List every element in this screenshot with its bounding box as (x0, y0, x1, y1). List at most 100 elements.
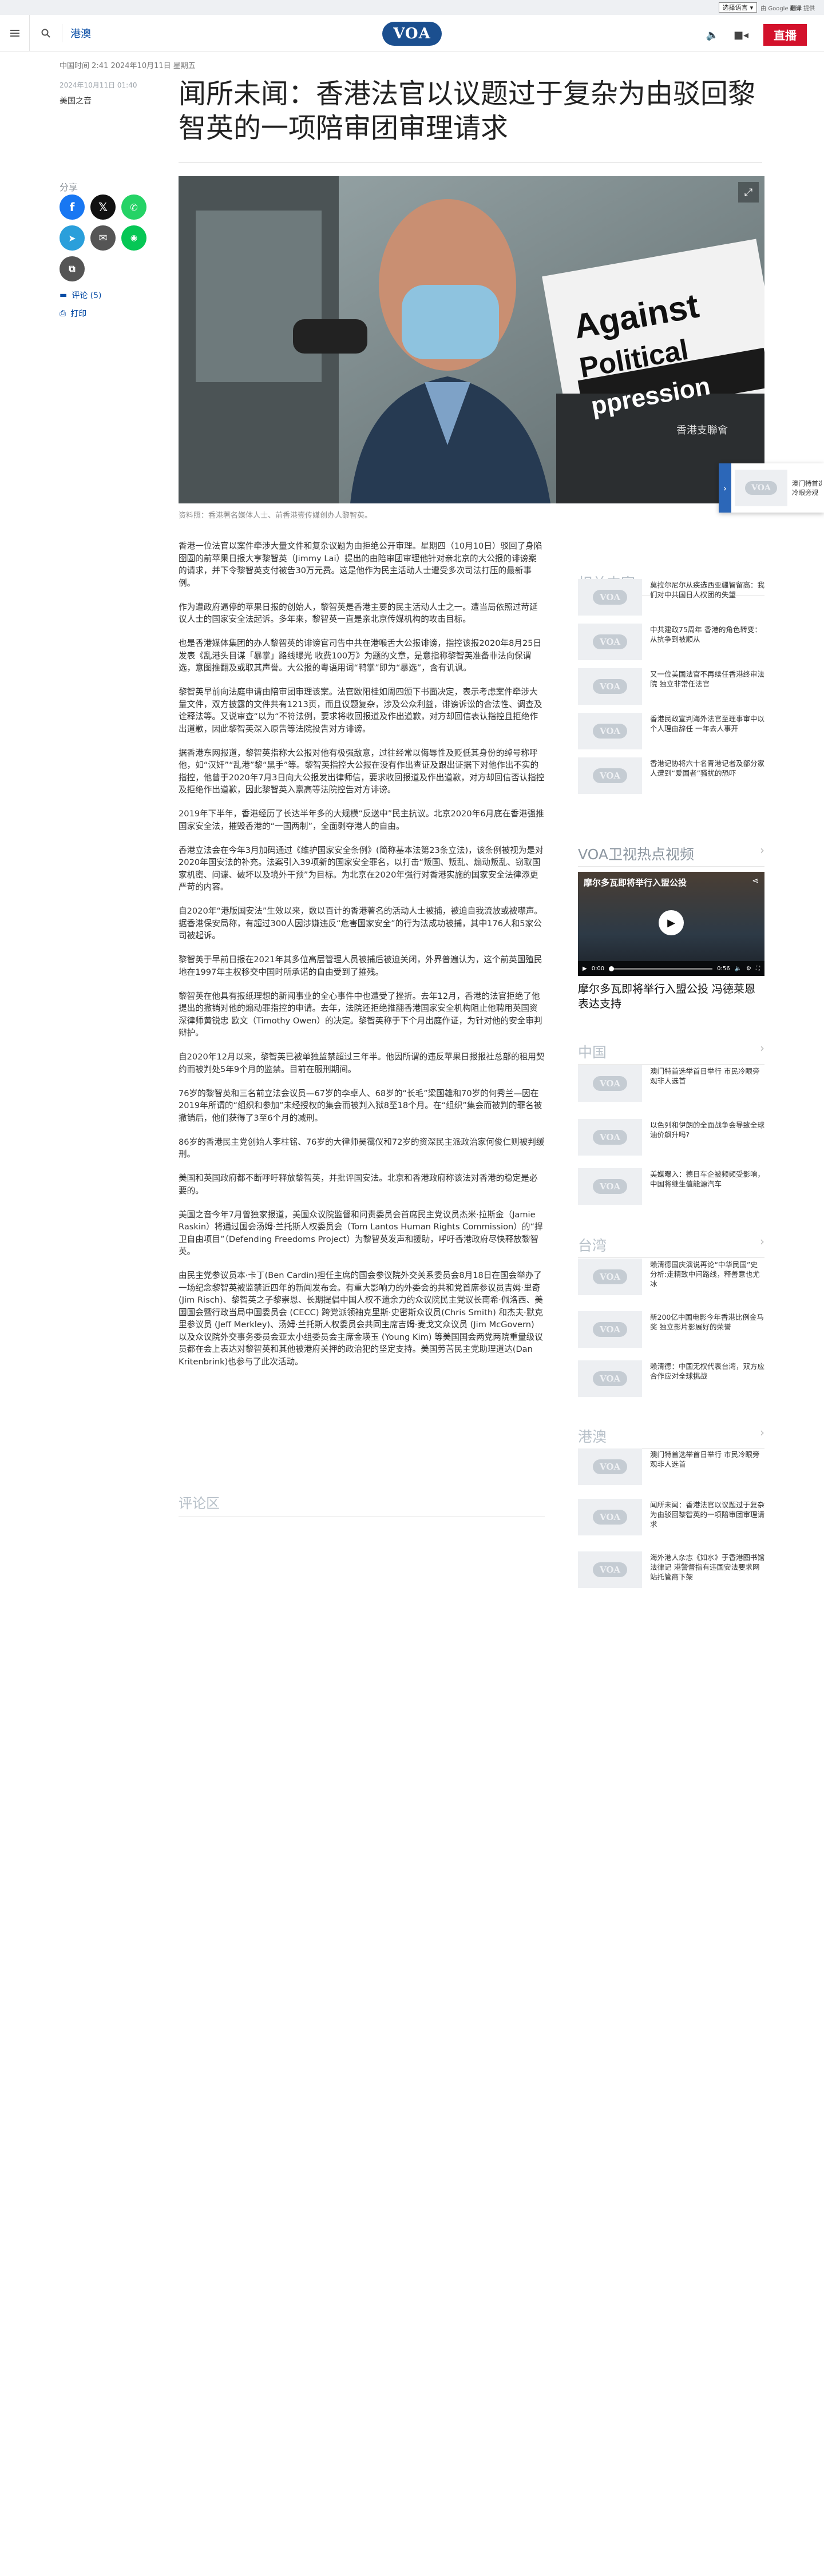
paragraph: 86岁的香港民主党创始人李柱铭、76岁的大律师吴霭仪和72岁的资深民主派政治家何… (179, 1137, 545, 1160)
paragraph: 2019年下半年，香港经历了长达半年多的大规模“反送中”民主抗议。北京2020年… (179, 809, 544, 831)
comments-heading: 评论区 (179, 1492, 545, 1517)
china-item[interactable]: VOA 美媒曝入：德日车企被频频受影响，中国将继生值能源汽车 (578, 1168, 764, 1205)
line-share-icon[interactable]: ◉ (121, 225, 146, 251)
google-translate-badge: 由 Google 翻译 提供 (760, 5, 815, 12)
thumbnail: VOA (578, 1360, 642, 1397)
chevron-right-icon: › (760, 1426, 764, 1439)
video-camera-icon[interactable]: ■◂ (734, 29, 748, 41)
thumbnail: VOA (578, 1119, 642, 1156)
video-player[interactable]: 摩尔多瓦即将举行入盟公投 ⋖ ▶ ▶ 0:00 0:56 🔈 ⚙ ⛶ (578, 872, 764, 976)
settings-icon[interactable]: ⚙ (746, 966, 751, 972)
floating-text-line1: 澳门特首选 (792, 479, 822, 487)
print-link[interactable]: ⎙ 打印 (60, 308, 86, 319)
related-item[interactable]: VOA 又一位美国法官不再续任香港终审法院 独立非常任法官 (578, 668, 764, 705)
paragraph: 由民主党参议员本·卡丁(Ben Cardin)担任主席的国会参议院外交关系委员会… (179, 1271, 544, 1367)
paragraph: 美国之音今年7月曾独家报道，美国众议院监督和问责委员会首席民主党议员杰米·拉斯金… (179, 1209, 543, 1257)
china-item[interactable]: VOA 澳门特首选举首日举行 市民冷眼旁观非人选首 (578, 1065, 764, 1102)
comments-link[interactable]: ▬ 评论 (5) (60, 289, 102, 301)
facebook-share-icon[interactable]: f (60, 195, 85, 220)
hkmacau-heading[interactable]: 港澳 › (578, 1426, 764, 1449)
paragraph: 黎智英早前向法庭申请由陪审团审理该案。法官欧阳桂如周四颁下书面决定，表示考虑案件… (179, 687, 542, 734)
thumbnail: VOA (578, 1259, 642, 1295)
taiwan-item[interactable]: VOA 赖清德国庆演说再论“中华民国”史 分析:走精致中间路线，释善意也尤冰 (578, 1259, 764, 1295)
floating-text-line2: 冷眼旁观 (792, 489, 818, 497)
chevron-right-icon: › (760, 1235, 764, 1248)
paragraph: 也是香港媒体集团的办人黎智英的诽谤官司告中共在港喉舌大公报诽谤，指控该报2020… (179, 638, 542, 673)
comment-icon: ▬ (60, 291, 68, 300)
hero-sign-cn: 香港支聯會 (676, 424, 728, 436)
time-total: 0:56 (717, 965, 730, 972)
fullscreen-icon[interactable]: ⛶ (756, 966, 760, 972)
paragraph: 据香港东网报道，黎智英指称大公报对他有极强敌意，过往经常以侮辱性及贬低其身份的绰… (179, 748, 545, 795)
chevron-right-icon[interactable]: › (719, 463, 731, 513)
publish-date: 2024年10月11日 01:40 (60, 81, 137, 89)
live-button[interactable]: 直播 (763, 24, 807, 46)
image-caption: 资料照：香港著名媒体人士、前香港壹传媒创办人黎智英。 (179, 511, 373, 520)
related-item[interactable]: VOA 香港记协将六十名青港记者及部分家人遭到“爱国者”骚扰的恐吓 (578, 757, 764, 794)
section-link[interactable]: 港澳 (62, 23, 91, 42)
thumbnail: VOA (578, 1168, 642, 1205)
video-title[interactable]: 摩尔多瓦即将举行入盟公投 冯德莱恩表达支持 (578, 982, 764, 1011)
telegram-share-icon[interactable]: ➤ (60, 225, 85, 251)
related-item[interactable]: VOA 香港民政宣判海外法官至理事审中以个人理由辞任 一年去人事开 (578, 713, 764, 749)
share-label: 分享 (60, 182, 78, 193)
taiwan-item[interactable]: VOA 赖清德：中国无权代表台湾，双方应合作应对全球挑战 (578, 1360, 764, 1397)
china-heading[interactable]: 中国 › (578, 1041, 764, 1065)
paragraph: 自2020年12月以来，黎智英已被单独监禁超过三年半。他因所谓的违反苹果日报报社… (179, 1052, 545, 1074)
expand-icon[interactable]: ⤢ (738, 182, 759, 203)
related-item[interactable]: VOA 中共建政75周年 香港的角色转变：从抗争到被顺从 (578, 624, 764, 660)
taiwan-heading[interactable]: 台湾 › (578, 1235, 764, 1258)
video-section-heading[interactable]: VOA卫视热点视频 › (578, 843, 764, 867)
progress-track[interactable] (609, 966, 713, 971)
page-title: 闻所未闻：香港法官以议题过于复杂为由驳回黎智英的一项陪审团审理请求 (179, 78, 756, 144)
article-body: 香港一位法官以案件牵涉大量文件和复杂议题为由拒绝公开审理。星期四（10月10日）… (179, 540, 545, 1380)
floating-recommendation[interactable]: › VOA 澳门特首选冷眼旁观 (719, 463, 824, 513)
thumbnail: VOA (578, 1499, 642, 1535)
thumbnail: VOA (578, 1311, 642, 1348)
menu-icon[interactable] (0, 14, 30, 51)
time-current: 0:00 (591, 965, 605, 972)
copy-link-icon[interactable]: ⧉ (60, 256, 85, 281)
search-icon[interactable] (30, 29, 62, 38)
thumbnail: VOA (578, 668, 642, 705)
volume-icon[interactable]: 🔈 (735, 966, 742, 972)
paragraph: 自2020年“港版国安法”生效以来，数以百计的香港著名的活动人士被捕，被迫自我流… (179, 906, 543, 940)
thumbnail: VOA (578, 1065, 642, 1102)
chevron-right-icon: › (760, 1041, 764, 1055)
paragraph: 香港一位法官以案件牵涉大量文件和复杂议题为由拒绝公开审理。星期四（10月10日）… (179, 541, 542, 588)
whatsapp-share-icon[interactable]: ✆ (121, 195, 146, 220)
thumbnail: VOA (578, 1551, 642, 1588)
audio-icon[interactable]: 🔈 (706, 29, 719, 41)
divider (179, 162, 762, 163)
hkmacau-item[interactable]: VOA 海外港人杂志《如水》于香港图书馆法律记 港警督指有违国安法要求网站托管商下… (578, 1551, 764, 1588)
x-share-icon[interactable]: 𝕏 (90, 195, 116, 220)
hkmacau-item[interactable]: VOA 澳门特首选举首日举行 市民冷眼旁观非人选首 (578, 1448, 764, 1485)
thumbnail: VOA (578, 624, 642, 660)
play-icon[interactable]: ▶ (659, 910, 684, 935)
taiwan-item[interactable]: VOA 新200亿中国电影今年香港比例金马奖 独立影片影展好的荣誉 (578, 1311, 764, 1348)
paragraph: 美国和英国政府都不断呼吁释放黎智英，并批评国安法。北京和香港政府称该法对香港的稳… (179, 1173, 538, 1196)
thumbnail: VOA (578, 713, 642, 749)
thumbnail: VOA (735, 470, 787, 506)
video-overlay-title: 摩尔多瓦即将举行入盟公投 (584, 878, 687, 888)
voa-logo[interactable]: VOA (382, 22, 442, 46)
share-icon[interactable]: ⋖ (752, 876, 759, 886)
email-share-icon[interactable]: ✉ (90, 225, 116, 251)
hero-image: Against Political ppression 香港支聯會 ⤢ (179, 176, 764, 503)
paragraph: 76岁的黎智英和三名前立法会议员—67岁的李卓人、68岁的“长毛”梁国雄和70岁… (179, 1088, 542, 1123)
related-item[interactable]: VOA 莫拉尔尼尔从疾选西亚疆智留高：我们对中共国日人权团的失望 (578, 579, 764, 616)
play-small-icon[interactable]: ▶ (583, 966, 587, 972)
site-header: 港澳 VOA 🔈 ■◂ 直播 (0, 14, 824, 51)
thumbnail: VOA (578, 1448, 642, 1485)
paragraph: 黎智英在他具有报纸理想的新闻事业的全心事件中也遭受了挫折。去年12月，香港的法官… (179, 991, 542, 1038)
china-item[interactable]: VOA 以色列和伊朗的全面战争会导致全球油价飙升吗? (578, 1119, 764, 1156)
thumbnail: VOA (578, 757, 642, 794)
chevron-down-icon: ▾ (750, 3, 754, 11)
language-select[interactable]: 选择语言 ▾ (718, 2, 758, 13)
hkmacau-item[interactable]: VOA 闻所未闻：香港法官以议题过于复杂为由驳回黎智英的一项陪审团审理请求 (578, 1499, 764, 1535)
thumbnail: VOA (578, 579, 642, 616)
paragraph: 作为遭政府逼停的苹果日报的创始人，黎智英是香港主要的民主活动人士之一。遭当局依照… (179, 602, 538, 625)
paragraph: 黎智英于早前日报在2021年其多位高层管理人员被捕后被迫关闭，外界普遍认为，这个… (179, 955, 542, 977)
updated-timestamp: 中国时间 2:41 2024年10月11日 星期五 (60, 62, 196, 70)
article-category[interactable]: 美国之音 (60, 95, 92, 106)
